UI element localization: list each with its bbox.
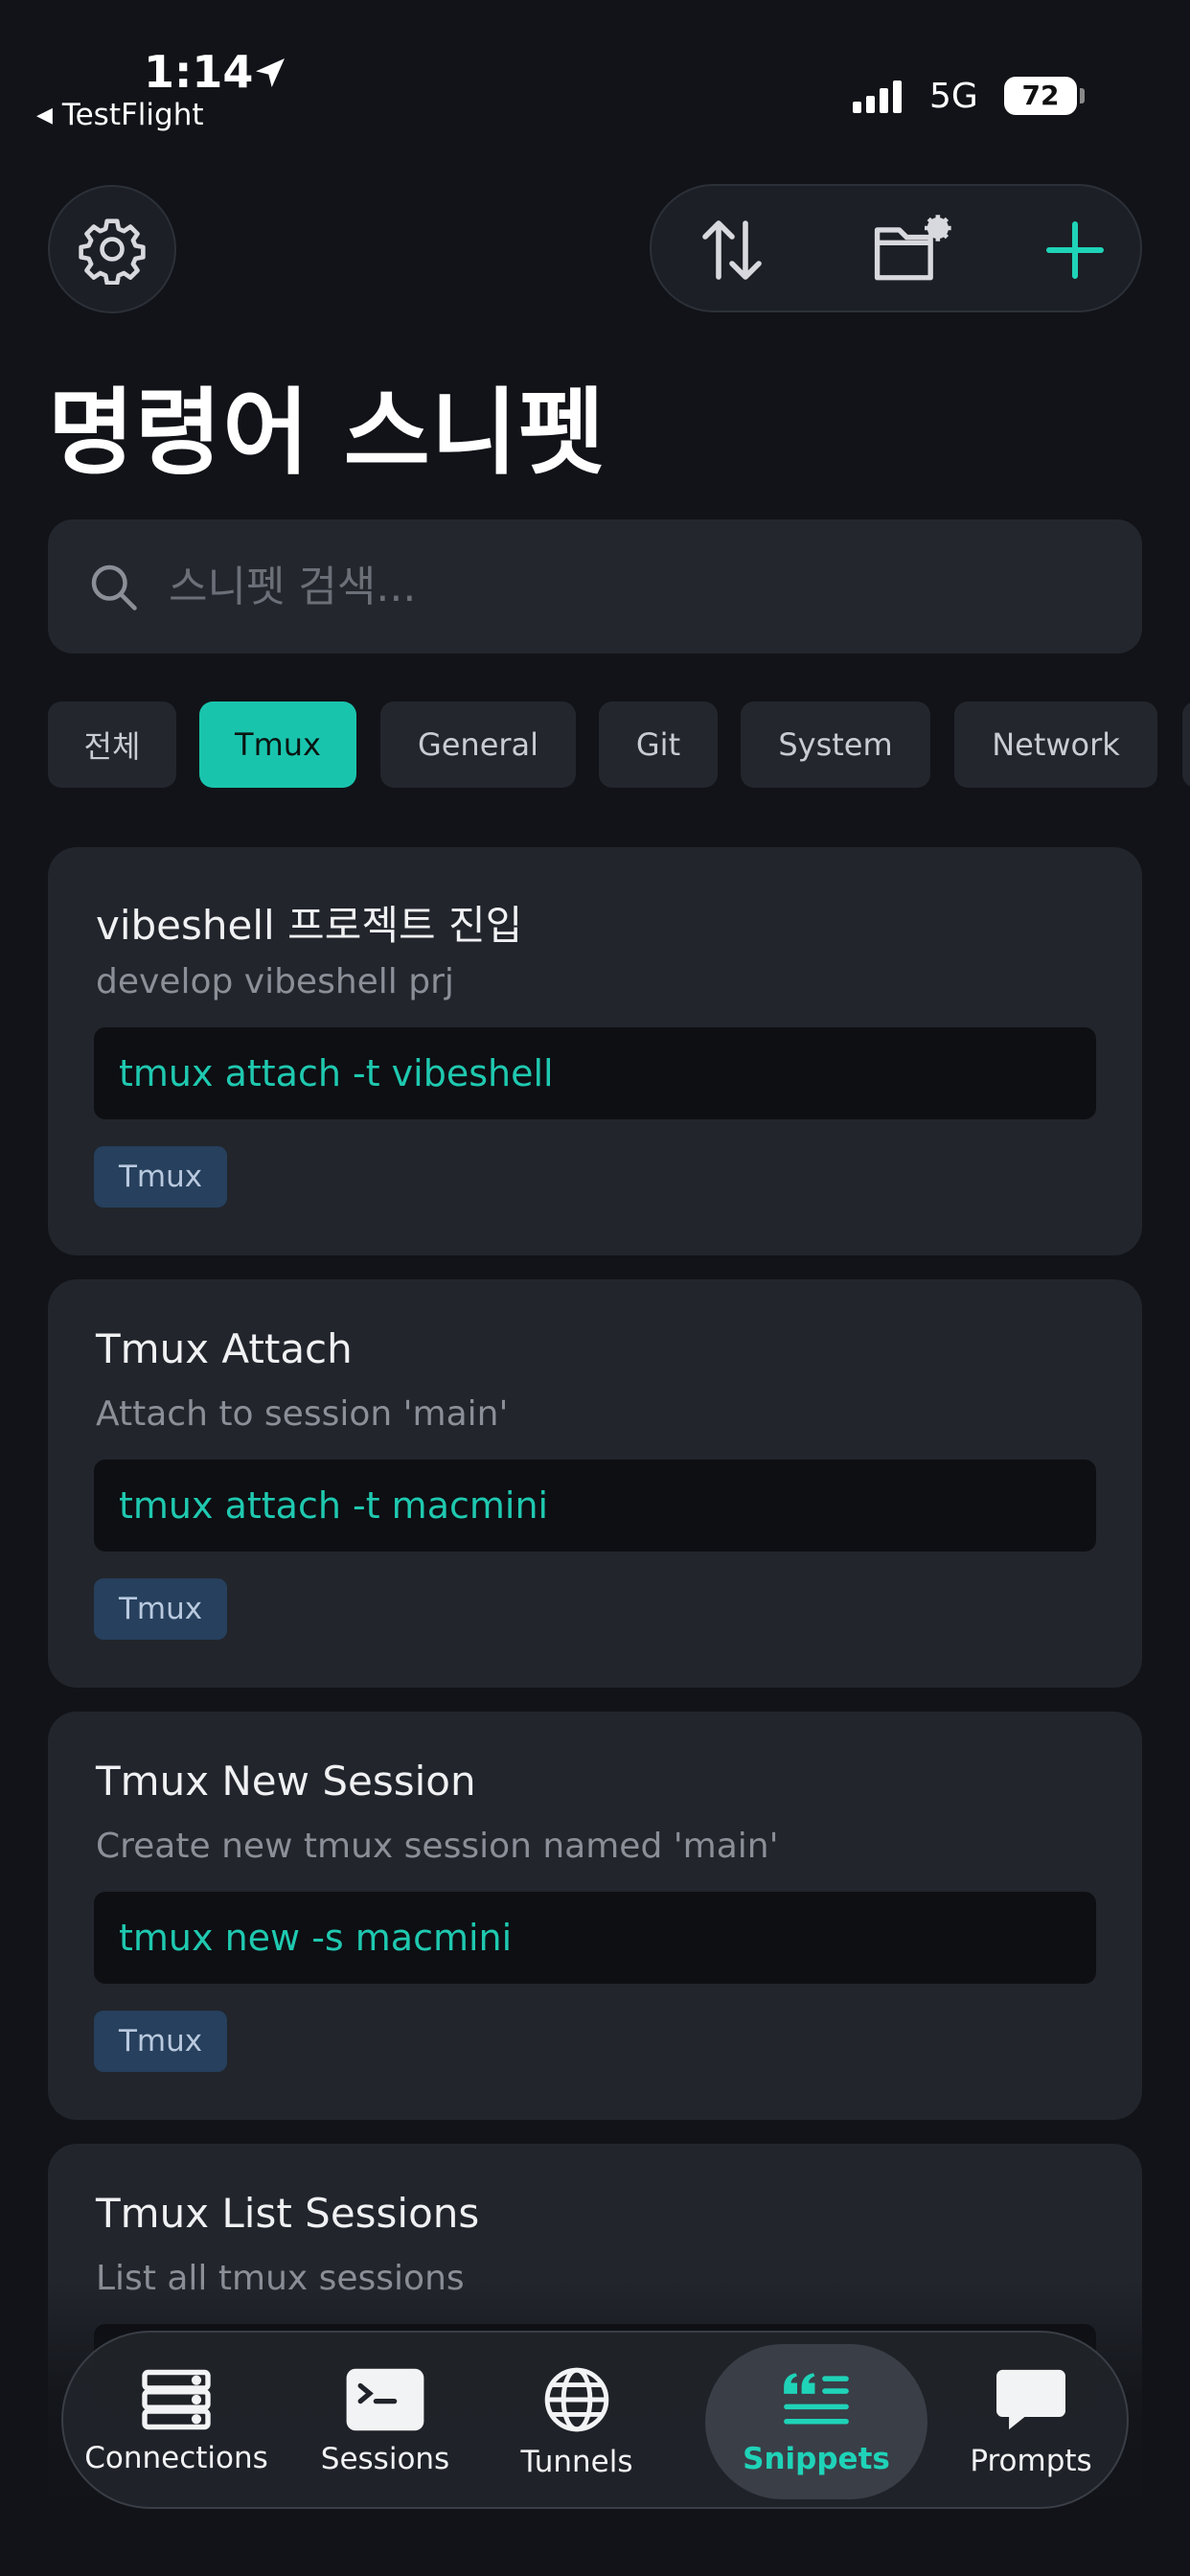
quote-list-icon: [784, 2373, 849, 2425]
location-arrow-icon: [256, 58, 285, 87]
snippet-title: Tmux Attach: [96, 1325, 353, 1372]
tab-tunnels[interactable]: Tunnels: [481, 2333, 673, 2511]
status-bar: 1:14 ◀ TestFlight 5G 72: [0, 0, 1190, 144]
tab-sessions[interactable]: Sessions: [289, 2333, 481, 2511]
tab-label: Snippets: [743, 2442, 890, 2476]
folder-settings-icon: [874, 215, 951, 281]
snippet-tag: Tmux: [94, 2011, 228, 2072]
snippet-description: Attach to session 'main': [96, 1394, 509, 1434]
battery-level: 72: [1004, 77, 1077, 115]
tab-connections[interactable]: Connections: [63, 2333, 289, 2511]
header-actions: [650, 184, 1142, 312]
snippet-card[interactable]: vibeshell 프로젝트 진입 develop vibeshell prj …: [48, 847, 1142, 1255]
server-icon: [142, 2369, 211, 2430]
search-bar[interactable]: [48, 519, 1142, 654]
filter-chip-all[interactable]: 전체: [48, 702, 176, 788]
tab-label: Tunnels: [520, 2445, 633, 2479]
filter-chip-git[interactable]: Git: [599, 702, 718, 788]
back-triangle-icon: ◀: [36, 104, 53, 127]
tab-label: Sessions: [320, 2442, 450, 2476]
back-to-app-link[interactable]: ◀ TestFlight: [36, 98, 204, 132]
plus-icon: [1046, 221, 1104, 279]
terminal-icon: [346, 2368, 424, 2431]
search-input[interactable]: [169, 562, 1088, 611]
gear-icon: [79, 218, 146, 285]
search-icon: [91, 564, 137, 610]
tab-snippets[interactable]: Snippets: [705, 2333, 927, 2511]
filter-chip-network[interactable]: Network: [954, 702, 1157, 788]
tab-bar: Connections Sessions Tunnels Snippets Pr…: [61, 2331, 1129, 2509]
snippet-command[interactable]: tmux attach -t vibeshell: [94, 1027, 1096, 1119]
network-type: 5G: [929, 77, 978, 116]
tab-label: Prompts: [970, 2444, 1092, 2478]
settings-button[interactable]: [48, 185, 176, 313]
snippet-title: Tmux List Sessions: [96, 2190, 480, 2237]
filter-chip-general[interactable]: General: [380, 702, 576, 788]
snippet-description: Create new tmux session named 'main': [96, 1827, 779, 1866]
filter-chip-system[interactable]: System: [741, 702, 930, 788]
snippet-description: develop vibeshell prj: [96, 962, 454, 1001]
chat-bubble-icon: [996, 2369, 1065, 2430]
tab-prompts[interactable]: Prompts: [937, 2333, 1125, 2511]
add-snippet-button[interactable]: [1027, 202, 1123, 298]
folder-settings-button[interactable]: [864, 202, 960, 298]
page-title: 명령어 스니펫: [48, 379, 606, 488]
snippet-command[interactable]: tmux new -s macmini: [94, 1892, 1096, 1984]
filter-chips: 전체 Tmux General Git System Network: [48, 702, 1190, 788]
snippet-card[interactable]: Tmux Attach Attach to session 'main' tmu…: [48, 1279, 1142, 1688]
snippet-tag: Tmux: [94, 1578, 228, 1640]
globe-icon: [544, 2367, 609, 2432]
filter-chip-tmux[interactable]: Tmux: [199, 702, 356, 788]
back-app-label: TestFlight: [61, 98, 204, 132]
snippet-title: Tmux New Session: [96, 1758, 476, 1805]
snippet-tag: Tmux: [94, 1146, 228, 1208]
battery-cap: [1080, 88, 1085, 104]
sort-icon: [702, 220, 762, 280]
status-time: 1:14: [144, 46, 254, 98]
sort-button[interactable]: [684, 202, 780, 298]
filter-chip-more[interactable]: [1182, 702, 1190, 788]
snippet-title: vibeshell 프로젝트 진입: [96, 902, 523, 949]
snippet-card[interactable]: Tmux New Session Create new tmux session…: [48, 1712, 1142, 2120]
snippet-command[interactable]: tmux attach -t macmini: [94, 1460, 1096, 1552]
cellular-signal-icon: [853, 80, 902, 113]
tab-label: Connections: [84, 2441, 268, 2475]
